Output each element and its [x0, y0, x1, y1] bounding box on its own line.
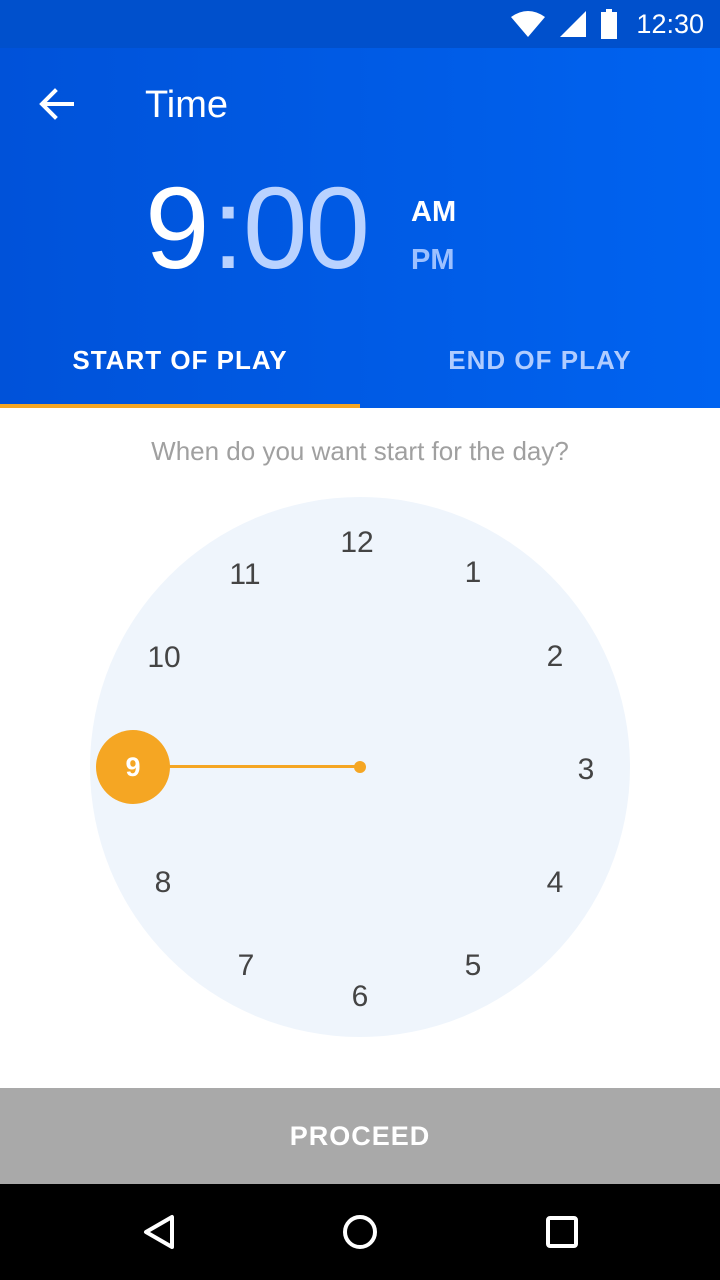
back-button[interactable]: [34, 82, 78, 126]
pm-toggle[interactable]: PM: [411, 244, 455, 277]
nav-home-button[interactable]: [332, 1204, 388, 1260]
minute-display[interactable]: 00: [243, 168, 370, 288]
clock-number-6[interactable]: 6: [352, 980, 369, 1014]
arrow-left-icon: [39, 88, 74, 120]
nav-recents-button[interactable]: [534, 1204, 590, 1260]
clock-number-11[interactable]: 11: [229, 558, 260, 592]
time-header: Time 9 : 00 AM PM START OF PLAY END OF P…: [0, 48, 720, 408]
nav-back-button[interactable]: [132, 1204, 188, 1260]
wifi-icon: [511, 11, 546, 37]
prompt-text: When do you want start for the day?: [151, 436, 569, 466]
square-recents-icon: [546, 1216, 578, 1248]
clock-number-4[interactable]: 4: [547, 866, 564, 900]
clock-number-1[interactable]: 1: [465, 556, 482, 590]
clock-number-10[interactable]: 10: [147, 641, 180, 675]
proceed-button[interactable]: PROCEED: [0, 1088, 720, 1184]
am-toggle[interactable]: AM: [411, 196, 456, 229]
tab-end-of-play[interactable]: END OF PLAY: [360, 312, 720, 408]
clock-number-2[interactable]: 2: [547, 640, 564, 674]
status-bar: 12:30: [0, 0, 720, 48]
clock-face[interactable]: 12 1 2 3 4 5 6 7 8 10 11 9: [90, 497, 630, 1037]
status-time: 12:30: [636, 8, 704, 39]
system-nav-bar: [0, 1184, 720, 1280]
page-title: Time: [145, 84, 229, 126]
tab-start-of-play[interactable]: START OF PLAY: [0, 312, 360, 408]
clock-number-3[interactable]: 3: [578, 753, 595, 787]
time-separator: :: [212, 163, 245, 293]
circle-home-icon: [343, 1215, 377, 1249]
triangle-back-icon: [144, 1215, 174, 1249]
clock-number-12[interactable]: 12: [340, 526, 373, 560]
battery-icon: [601, 9, 618, 39]
clock-hand: [163, 765, 360, 768]
clock-number-7[interactable]: 7: [238, 949, 255, 983]
hour-display[interactable]: 9: [145, 168, 210, 288]
clock-number-8[interactable]: 8: [155, 866, 172, 900]
clock-center: [354, 761, 366, 773]
signal-icon: [560, 11, 587, 37]
selected-hour-marker[interactable]: 9: [96, 730, 170, 804]
clock-number-5[interactable]: 5: [465, 949, 482, 983]
active-tab-indicator: [0, 404, 360, 408]
